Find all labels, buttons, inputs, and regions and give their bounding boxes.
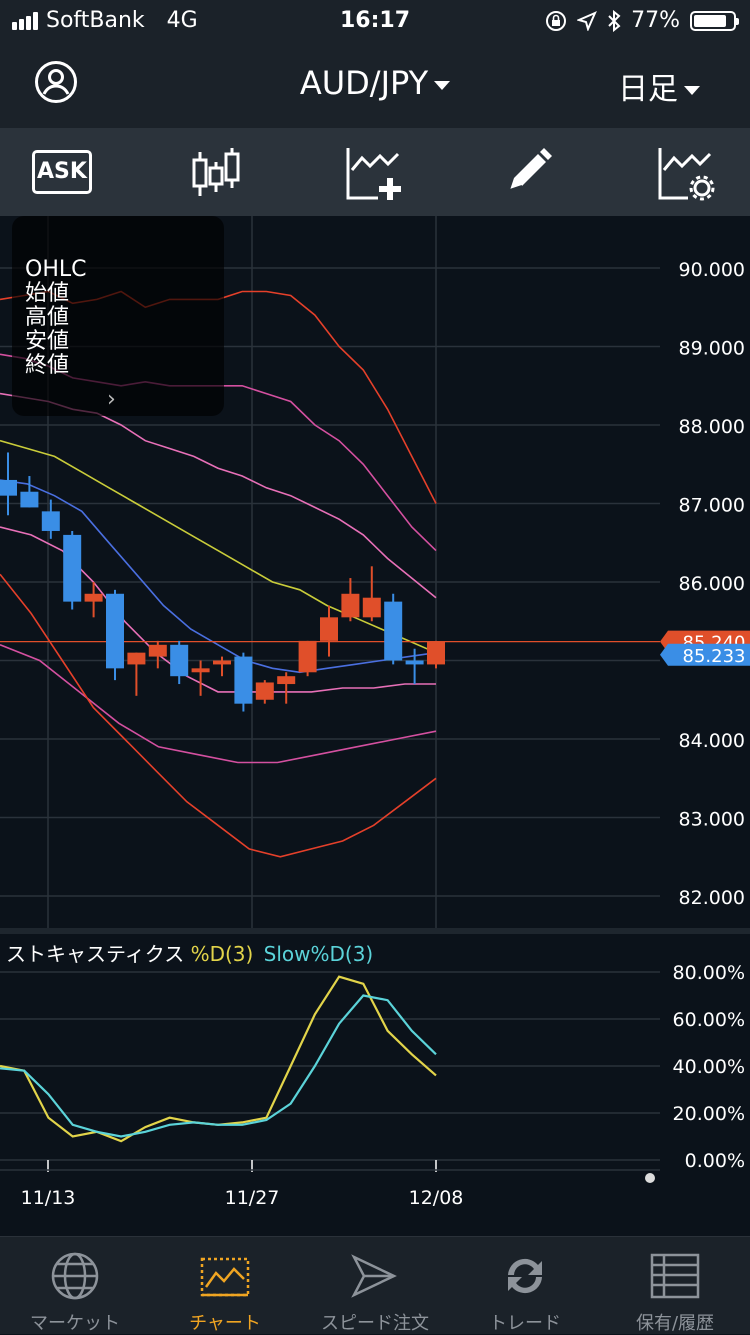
header: AUD/JPY 日足 (0, 42, 750, 128)
stoch-axis-label: 60.00% (673, 1009, 745, 1031)
chevron-down-icon (684, 86, 700, 95)
location-icon (577, 10, 598, 31)
stoch-axis-label: 40.00% (673, 1056, 745, 1078)
candle-body (427, 641, 445, 665)
candle-body (320, 617, 338, 641)
ohlc-close: 終値 (25, 353, 70, 378)
ohlc-title: OHLC (25, 257, 87, 282)
battery-percent: 77% (631, 8, 680, 33)
price-axis-label: 83.000 (679, 809, 745, 831)
stoch-axis-label: 20.00% (673, 1103, 745, 1125)
candle-body (63, 534, 82, 602)
battery-icon (690, 10, 739, 31)
price-axis-label: 89.000 (679, 338, 745, 360)
candle-body (41, 511, 60, 531)
period-label: 日足 (618, 72, 678, 107)
ohlc-low: 安値 (25, 329, 70, 354)
ohlc-open: 始値 (25, 281, 70, 306)
stoch-axis-label: 80.00% (673, 962, 745, 984)
speed-arrow-icon (351, 1254, 397, 1298)
candle-body (213, 660, 231, 665)
tab-market[interactable]: マーケット (0, 1237, 150, 1335)
date-axis-label: 11/27 (225, 1187, 280, 1209)
tab-label: スピード注文 (321, 1313, 429, 1334)
tab-label: トレード (489, 1313, 561, 1334)
candle-body (298, 640, 317, 673)
candle-body (277, 676, 296, 685)
candle-body (384, 601, 403, 661)
tab-label: チャート (189, 1313, 261, 1334)
price-axis-label: 86.000 (679, 573, 745, 595)
candle-body (234, 656, 253, 704)
bluetooth-icon (608, 9, 621, 32)
price-axis-label: 82.000 (679, 887, 745, 909)
price-axis-label: 84.000 (679, 730, 745, 752)
globe-icon (51, 1252, 99, 1300)
bid-price-tag: 85.233 (683, 646, 746, 667)
stoch-slow-label: Slow%D(3) (263, 942, 374, 966)
candle-body (127, 652, 146, 665)
ask-bid-toggle[interactable]: ASK (32, 150, 92, 194)
ohlc-high: 高値 (25, 305, 70, 330)
orientation-lock-icon (546, 10, 567, 31)
stoch-d-label: %D(3) (190, 942, 254, 966)
tab-positions-history[interactable]: 保有/履歴 (600, 1237, 750, 1335)
panel-divider (0, 928, 750, 934)
price-axis-label: 88.000 (679, 416, 745, 438)
chart-toolbar: ASK (0, 128, 750, 216)
candle-body (255, 682, 274, 700)
indicator-settings-icon[interactable] (656, 144, 716, 202)
candle-body (170, 644, 189, 677)
chart-icon (200, 1257, 250, 1297)
tab-label: マーケット (30, 1313, 120, 1334)
add-indicator-icon[interactable] (344, 144, 404, 202)
stoch-axis-label: 0.00% (685, 1150, 745, 1172)
candle-body (148, 644, 167, 657)
ask-label: ASK (37, 159, 87, 184)
candle-body (84, 593, 103, 602)
candle-body (191, 668, 210, 673)
date-axis-area (0, 1170, 750, 1236)
stochastics-legend: ストキャスティクス %D(3) Slow%D(3) (6, 938, 373, 967)
scroll-indicator (645, 1173, 655, 1183)
price-axis-label: 90.000 (679, 259, 745, 281)
list-table-icon (650, 1253, 700, 1299)
ohlc-panel[interactable]: OHLC 始値 高値 安値 終値 › (12, 216, 224, 416)
refresh-arrows-icon (508, 1258, 542, 1294)
date-axis-label: 11/13 (21, 1187, 76, 1209)
chevron-right-icon[interactable]: › (107, 388, 116, 412)
candle-body (0, 479, 17, 496)
candle-body (106, 593, 124, 669)
period-selector[interactable]: 日足 (618, 64, 700, 108)
stoch-plot-area (0, 934, 660, 1170)
tab-bar: マーケット チャート スピード注文 トレード 保有/履歴 (0, 1236, 750, 1334)
candle-body (405, 660, 424, 665)
date-axis-label: 12/08 (409, 1187, 464, 1209)
stochastics-name: ストキャスティクス (6, 942, 185, 966)
price-axis-label: 87.000 (679, 495, 745, 517)
tab-chart[interactable]: チャート (150, 1237, 300, 1335)
candle-body (341, 593, 360, 618)
chevron-down-icon (434, 80, 451, 90)
currency-pair: AUD/JPY (299, 64, 429, 102)
tab-speed-order[interactable]: スピード注文 (300, 1237, 450, 1335)
status-bar: SoftBank 4G 16:17 77% (0, 0, 750, 42)
pencil-icon[interactable] (500, 144, 560, 202)
candlestick-icon[interactable] (186, 144, 246, 202)
tab-label: 保有/履歴 (635, 1313, 715, 1334)
candle-body (20, 491, 39, 508)
tab-trade[interactable]: トレード (450, 1237, 600, 1335)
candle-body (362, 597, 381, 618)
